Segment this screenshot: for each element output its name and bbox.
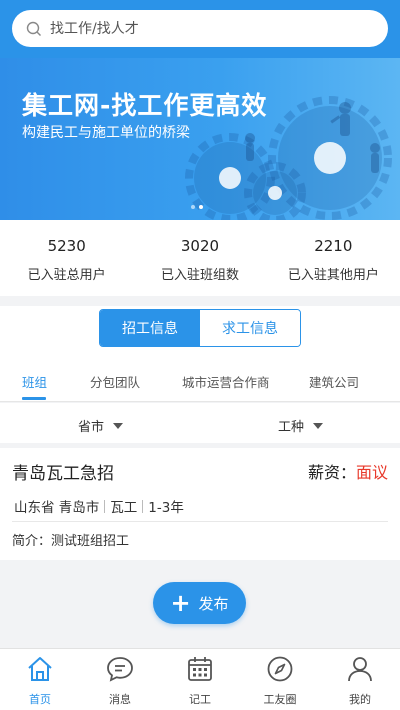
job-card[interactable]: 青岛瓦工急招 薪资：面议 山东省 青岛市 瓦工 1-3年 简介：测试班组招工 xyxy=(0,448,400,560)
search-box[interactable] xyxy=(12,10,388,47)
header-bar xyxy=(0,0,400,58)
search-input[interactable] xyxy=(50,20,350,37)
tabbar-profile[interactable]: 我的 xyxy=(320,649,400,710)
tab-team[interactable]: 班组 xyxy=(22,372,47,391)
caret-down-icon xyxy=(113,422,124,429)
stat-label: 已入驻其他用户 xyxy=(287,268,379,283)
tab-subcontract[interactable]: 分包团队 xyxy=(90,372,140,391)
plus-icon: + xyxy=(170,589,191,617)
tabbar-label: 我的 xyxy=(349,693,371,706)
segment-job-seek[interactable]: 求工信息 xyxy=(200,310,300,346)
search-icon xyxy=(26,21,41,36)
stats-panel: 5230 已入驻总用户 3020 已入驻班组数 2210 已入驻其他用户 xyxy=(0,220,400,296)
province-filter[interactable]: 省市 xyxy=(78,416,124,435)
tabbar-label: 记工 xyxy=(189,693,211,706)
job-salary: 薪资：面议 xyxy=(308,459,388,483)
carousel-dot[interactable] xyxy=(191,205,195,209)
promo-banner[interactable]: 集工网-找工作更高效 构建民工与施工单位的桥梁 xyxy=(0,58,400,220)
tabbar-label: 工友圈 xyxy=(263,693,297,706)
banner-subtitle: 构建民工与施工单位的桥梁 xyxy=(22,125,190,141)
salary-label: 薪资： xyxy=(307,463,356,482)
job-title: 青岛瓦工急招 xyxy=(12,464,114,484)
stat-other-users: 2210 已入驻其他用户 xyxy=(267,220,400,296)
publish-label: 发布 xyxy=(198,594,229,613)
home-icon xyxy=(28,657,52,681)
segment-control-area: 招工信息 求工信息 xyxy=(0,306,400,358)
stat-total-users: 5230 已入驻总用户 xyxy=(0,220,133,296)
job-experience: 1-3年 xyxy=(148,500,184,516)
stat-value: 5230 xyxy=(47,237,86,255)
tag-separator xyxy=(104,499,106,513)
stat-value: 2210 xyxy=(314,237,353,255)
tab-construction-company[interactable]: 建筑公司 xyxy=(309,372,359,391)
active-tab-indicator xyxy=(22,397,46,400)
banner-title: 集工网-找工作更高效 xyxy=(22,91,268,120)
chat-bubble-icon xyxy=(107,657,133,682)
trade-filter[interactable]: 工种 xyxy=(278,416,324,435)
tabbar-worklog[interactable]: 记工 xyxy=(160,649,240,710)
card-divider xyxy=(12,521,388,522)
tabbar-home[interactable]: 首页 xyxy=(0,649,80,710)
carousel-dots[interactable] xyxy=(191,205,203,209)
construction-gears-illustration xyxy=(185,96,392,220)
publish-button[interactable]: + 发布 xyxy=(153,582,246,624)
job-tags: 山东省 青岛市 瓦工 1-3年 xyxy=(14,496,184,516)
carousel-dot-active[interactable] xyxy=(199,205,203,209)
tabbar-label: 消息 xyxy=(109,693,131,706)
stat-value: 3020 xyxy=(180,237,220,255)
job-intro: 简介：测试班组招工 xyxy=(12,534,130,549)
salary-value: 面议 xyxy=(355,463,388,482)
compass-icon xyxy=(267,656,293,682)
stat-teams: 3020 已入驻班组数 xyxy=(133,220,266,296)
caret-down-icon xyxy=(313,422,324,429)
filter-bar: 省市 工种 xyxy=(0,403,400,443)
tabbar-workmates[interactable]: 工友圈 xyxy=(240,649,320,710)
tab-city-partner[interactable]: 城市运营合作商 xyxy=(182,372,270,391)
job-location: 山东省 青岛市 xyxy=(14,500,100,516)
trade-filter-label: 工种 xyxy=(278,420,305,435)
stat-label: 已入驻班组数 xyxy=(160,268,239,283)
tabbar-label: 首页 xyxy=(29,693,51,706)
category-tabs: 班组 分包团队 城市运营合作商 建筑公司 xyxy=(0,358,400,402)
job-trade: 瓦工 xyxy=(110,500,138,516)
calendar-icon xyxy=(188,657,212,681)
province-filter-label: 省市 xyxy=(78,420,105,435)
user-icon xyxy=(348,657,372,682)
bottom-tab-bar: 首页 消息 记工 工友圈 我的 xyxy=(0,648,400,710)
tabbar-messages[interactable]: 消息 xyxy=(80,649,160,710)
stat-label: 已入驻总用户 xyxy=(27,268,106,283)
tag-separator xyxy=(142,499,144,513)
segment-control: 招工信息 求工信息 xyxy=(99,309,301,347)
segment-recruit[interactable]: 招工信息 xyxy=(100,310,200,346)
